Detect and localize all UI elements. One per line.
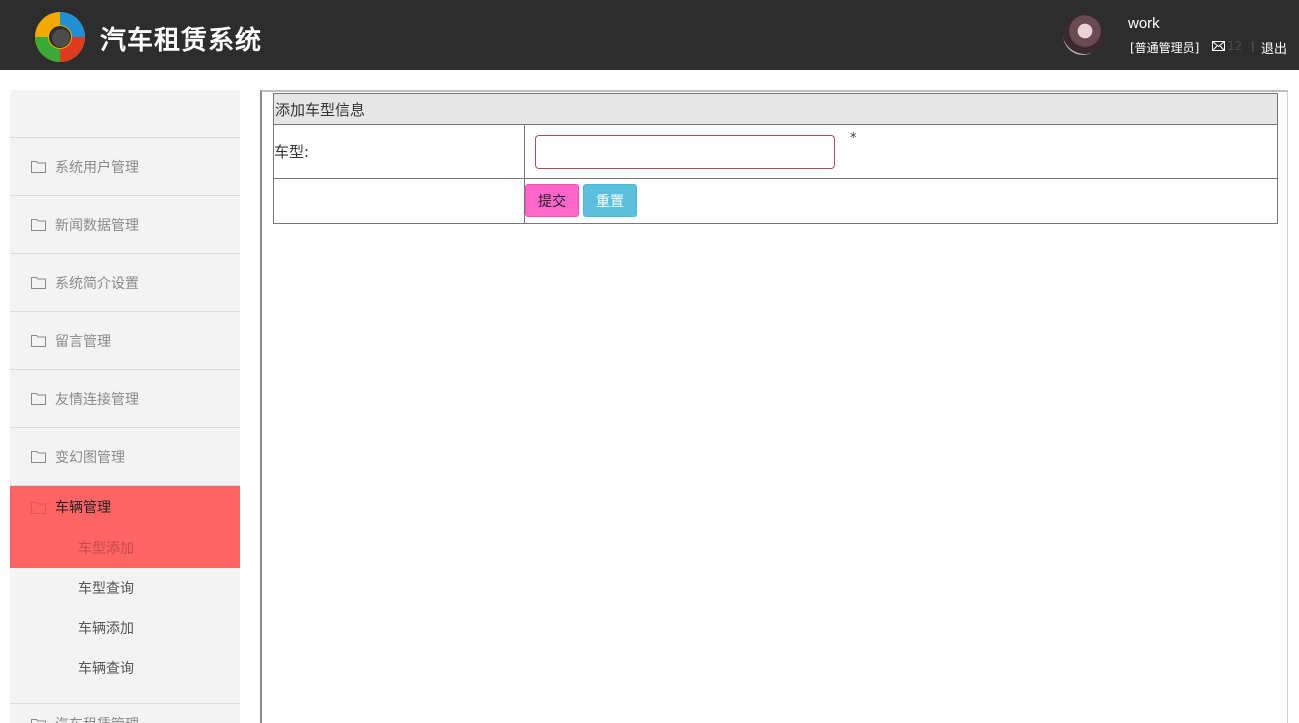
button-row-spacer bbox=[273, 178, 525, 224]
required-mark: * bbox=[850, 131, 857, 146]
sidebar-item-label: 汽车租赁管理 bbox=[55, 714, 139, 723]
top-header: 汽车租赁系统 work [普通管理员] 12 | 退出 bbox=[0, 0, 1299, 70]
sidebar-item-label: 友情连接管理 bbox=[55, 391, 139, 408]
sidebar-subitem-add-car-type[interactable]: 车型添加 bbox=[10, 528, 240, 568]
sidebar-subitem-add-vehicle[interactable]: 车辆添加 bbox=[10, 608, 240, 648]
submit-button[interactable]: 提交 bbox=[525, 184, 579, 217]
folder-icon bbox=[31, 451, 46, 463]
sidebar-item-label: 车辆管理 bbox=[55, 500, 111, 516]
user-role: [普通管理员] bbox=[1130, 41, 1200, 55]
add-car-type-form: 添加车型信息 车型: * 提交 重置 bbox=[273, 93, 1278, 224]
header-separator: | bbox=[1251, 39, 1255, 52]
sidebar-item-banners[interactable]: 变幻图管理 bbox=[10, 428, 240, 486]
folder-icon bbox=[31, 335, 46, 347]
sidebar-subitem-query-vehicle[interactable]: 车辆查询 bbox=[10, 648, 240, 688]
folder-icon bbox=[31, 161, 46, 173]
sidebar-nav: 系统用户管理 新闻数据管理 系统简介设置 留言管理 友情连接管理 变幻图管理 车… bbox=[10, 90, 240, 723]
folder-icon bbox=[31, 393, 46, 405]
sidebar-subitems: 车型查询 车辆添加 车辆查询 bbox=[10, 568, 240, 704]
sidebar-top-spacer bbox=[10, 90, 240, 138]
app-title: 汽车租赁系统 bbox=[100, 26, 263, 56]
car-type-cell: * bbox=[524, 124, 1278, 179]
folder-icon bbox=[31, 277, 46, 289]
sidebar-item-news[interactable]: 新闻数据管理 bbox=[10, 196, 240, 254]
car-type-label: 车型: bbox=[273, 124, 525, 179]
mail-count[interactable]: 12 bbox=[1227, 39, 1242, 53]
sidebar-item-vehicles[interactable]: 车辆管理 bbox=[10, 486, 240, 528]
sidebar-item-label: 留言管理 bbox=[55, 333, 111, 350]
logout-link[interactable]: 退出 bbox=[1261, 38, 1287, 57]
sidebar-item-intro[interactable]: 系统简介设置 bbox=[10, 254, 240, 312]
sidebar-item-rental[interactable]: 汽车租赁管理 bbox=[10, 704, 240, 723]
sidebar-item-label: 系统简介设置 bbox=[55, 275, 139, 292]
folder-icon bbox=[31, 219, 46, 231]
sidebar-item-links[interactable]: 友情连接管理 bbox=[10, 370, 240, 428]
mail-icon[interactable] bbox=[1212, 41, 1225, 51]
sidebar-group-vehicles: 车辆管理 车型添加 bbox=[10, 486, 240, 568]
sidebar-item-label: 变幻图管理 bbox=[55, 449, 125, 466]
button-cell: 提交 重置 bbox=[524, 178, 1278, 224]
user-avatar[interactable] bbox=[1063, 15, 1103, 55]
sidebar-subitem-query-car-type[interactable]: 车型查询 bbox=[10, 568, 240, 608]
sidebar-item-messages[interactable]: 留言管理 bbox=[10, 312, 240, 370]
car-type-input[interactable] bbox=[535, 135, 835, 169]
form-title: 添加车型信息 bbox=[273, 93, 1278, 125]
main-content: 添加车型信息 车型: * 提交 重置 bbox=[260, 90, 1288, 723]
folder-icon bbox=[31, 718, 46, 723]
folder-icon bbox=[31, 501, 46, 514]
sidebar-item-system-users[interactable]: 系统用户管理 bbox=[10, 138, 240, 196]
sidebar-item-label: 新闻数据管理 bbox=[55, 217, 139, 234]
app-logo-icon bbox=[35, 12, 85, 62]
username: work bbox=[1128, 15, 1160, 32]
reset-button[interactable]: 重置 bbox=[583, 184, 637, 217]
sidebar-item-label: 系统用户管理 bbox=[55, 159, 139, 176]
